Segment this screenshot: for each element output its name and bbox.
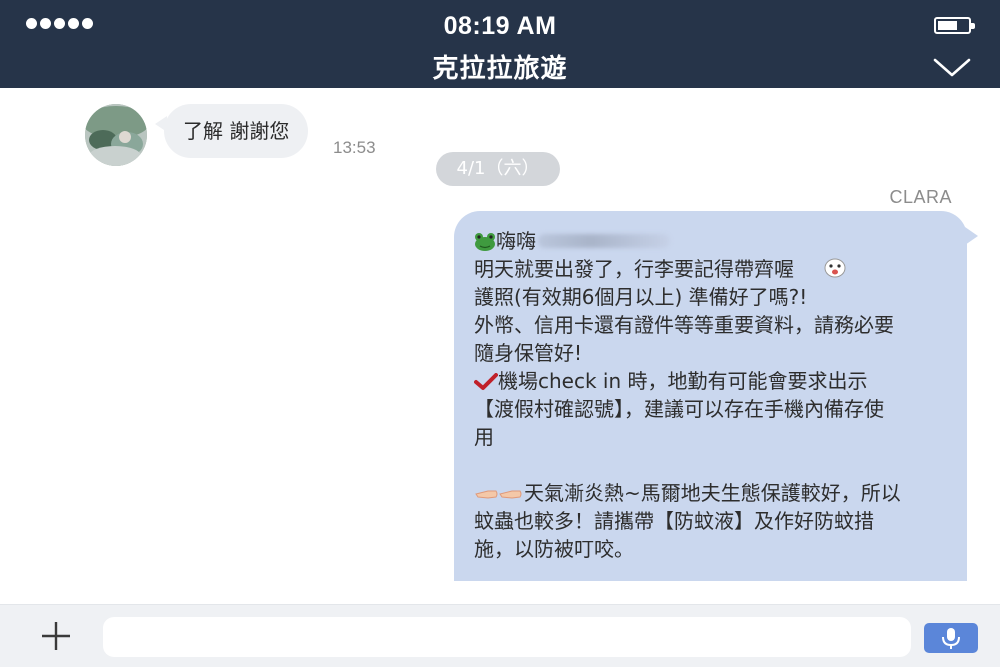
battery-icon: [934, 17, 975, 34]
message-line: 隨身保管好!: [474, 341, 583, 365]
microphone-button[interactable]: [924, 623, 978, 653]
sender-name: CLARA: [889, 187, 952, 207]
message-line: 護照(有效期6個月以上) 準備好了嗎?!: [474, 285, 808, 309]
chat-header: 08:19 AM 克拉拉旅遊: [0, 0, 1000, 88]
pointing-hand-icon: [475, 490, 522, 499]
message-input[interactable]: [103, 617, 911, 657]
message-line: 天氣漸炎熱~馬爾地夫生態保護較好，所以: [474, 479, 955, 507]
frog-emoji-icon: [475, 233, 495, 251]
incoming-message-bubble[interactable]: 了解 謝謝您: [154, 104, 309, 158]
message-line: 蚊蟲也較多！請攜帶【防蚊液】及作好防蚊措: [474, 509, 874, 533]
checkmark-icon: [474, 373, 498, 390]
message-line: 明天就要出發了，行李要記得帶齊喔: [474, 255, 955, 283]
plus-icon[interactable]: [40, 620, 72, 652]
message-line: 【渡假村確認號】，建議可以存在手機內備存使: [474, 397, 884, 421]
message-line: 施，以防被叮咬。: [474, 537, 634, 561]
redacted-name: [538, 234, 670, 248]
message-line: 用: [474, 425, 494, 449]
avatar[interactable]: [85, 104, 147, 166]
message-line: 機場check in 時，地勤有可能會要求出示: [474, 367, 955, 395]
date-divider: 4/1（六）: [436, 152, 560, 186]
sticker-emoji-icon: [824, 258, 846, 278]
status-time: 08:19 AM: [443, 12, 557, 40]
message-input-bar: [0, 604, 1000, 667]
chat-title: 克拉拉旅遊: [432, 54, 568, 84]
chevron-down-icon[interactable]: [932, 56, 972, 78]
message-line: 外幣、信用卡還有證件等等重要資料，請務必要: [474, 313, 894, 337]
outgoing-message-bubble[interactable]: 嗨嗨 明天就要出發了，行李要記得帶齊喔 護照(有效期6個月以上) 準備好了嗎?!…: [454, 211, 978, 581]
message-line: 嗨嗨: [474, 227, 955, 255]
microphone-icon: [942, 628, 960, 649]
message-timestamp: 13:53: [333, 138, 376, 157]
message-line-blank: [474, 451, 955, 479]
